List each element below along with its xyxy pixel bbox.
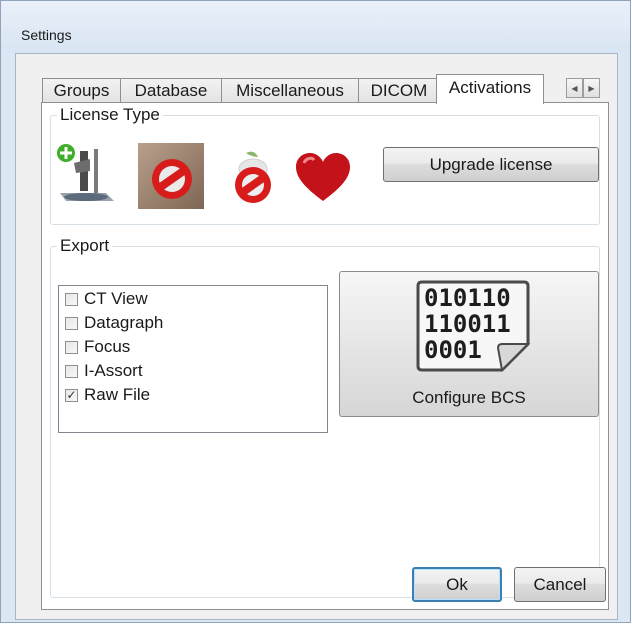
item-label: Datagraph — [84, 313, 164, 332]
configure-bcs-button[interactable]: 010110 110011 0001 Configure BCS — [339, 271, 599, 417]
heart-icon — [296, 153, 350, 201]
checkbox-datagraph[interactable] — [65, 316, 78, 330]
list-item[interactable]: CT View — [65, 288, 148, 310]
checkbox-focus[interactable] — [65, 340, 78, 354]
activations-panel: License Type Upgrade license CT View Dat… — [41, 102, 609, 610]
list-item[interactable]: ✓ Raw File — [65, 384, 150, 406]
window-title: Settings — [21, 27, 72, 43]
item-label: Focus — [84, 337, 131, 356]
list-item[interactable]: Datagraph — [65, 312, 163, 334]
tab-activations[interactable]: Activations — [436, 74, 544, 104]
binary-line-1: 010110 — [424, 284, 511, 312]
disabled-scanner-icon — [138, 143, 204, 209]
binary-document-icon: 010110 110011 0001 — [416, 280, 531, 373]
checkbox-ct-view[interactable] — [65, 292, 78, 306]
upgrade-license-button[interactable]: Upgrade license — [383, 147, 599, 182]
export-label: Export — [57, 236, 113, 256]
binary-line-3: 0001 — [424, 336, 482, 364]
export-list[interactable]: CT View Datagraph Focus I-Assort ✓ Raw F… — [58, 285, 328, 433]
tab-dicom[interactable]: DICOM — [358, 78, 440, 103]
disabled-apple-icon — [235, 151, 271, 203]
tab-scroll-right-icon[interactable]: ▶ — [583, 78, 600, 98]
checkbox-raw-file[interactable]: ✓ — [65, 388, 78, 402]
license-type-label: License Type — [57, 105, 163, 125]
tab-scroll-buttons: ◀ ▶ — [566, 78, 601, 98]
list-item[interactable]: Focus — [65, 336, 130, 358]
checkbox-i-assort[interactable] — [65, 364, 78, 378]
configure-bcs-label: Configure BCS — [412, 388, 526, 407]
settings-window: Settings Groups Database Miscellaneous D… — [0, 0, 631, 623]
tab-database[interactable]: Database — [120, 78, 222, 103]
add-device-icon — [57, 144, 114, 201]
cancel-button[interactable]: Cancel — [514, 567, 606, 602]
item-label: I-Assort — [84, 361, 143, 380]
item-label: CT View — [84, 289, 148, 308]
item-label: Raw File — [84, 385, 151, 404]
binary-line-2: 110011 — [424, 310, 511, 338]
dialog-body: Groups Database Miscellaneous DICOM Acti… — [15, 53, 618, 620]
ok-button[interactable]: Ok — [412, 567, 502, 602]
list-item[interactable]: I-Assort — [65, 360, 143, 382]
tab-miscellaneous[interactable]: Miscellaneous — [221, 78, 359, 103]
tab-scroll-left-icon[interactable]: ◀ — [566, 78, 583, 98]
tab-groups[interactable]: Groups — [42, 78, 121, 103]
export-group: CT View Datagraph Focus I-Assort ✓ Raw F… — [50, 246, 600, 598]
title-bar[interactable]: Settings — [1, 1, 630, 53]
